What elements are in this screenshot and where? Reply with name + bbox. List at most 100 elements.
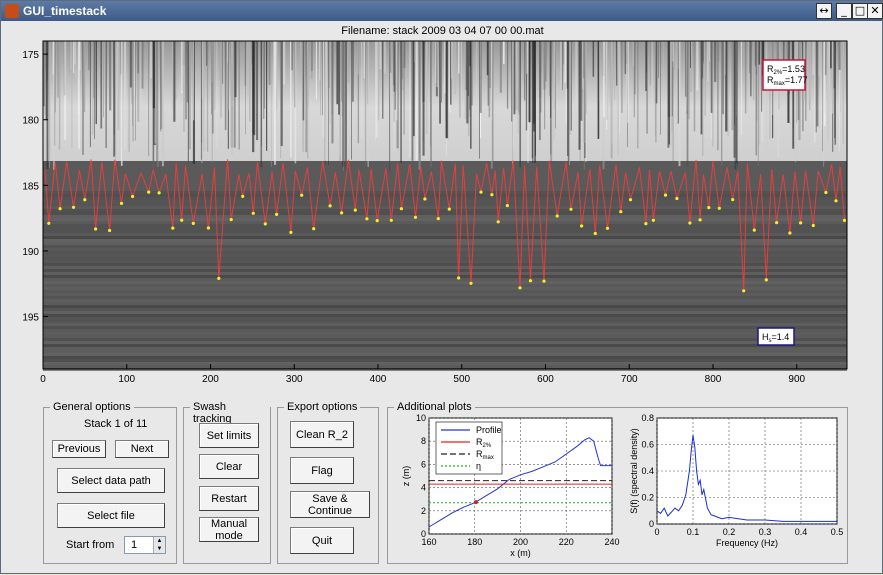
runup-point (436, 217, 440, 221)
y-tick-label: 180 (22, 116, 39, 127)
swash-tracking-title: Swash tracking (190, 401, 270, 425)
spinner-up-icon[interactable]: ▲ (153, 537, 165, 545)
restart-button[interactable]: Restart (199, 486, 259, 511)
runup-point (593, 231, 597, 236)
swash-tracking-panel: Swash tracking Set limits Clear Restart … (183, 401, 271, 564)
x-tick-label: 800 (705, 374, 722, 385)
clean-r2-button[interactable]: Clean R_2 (290, 421, 354, 448)
runup-point (71, 205, 76, 209)
runup-point (206, 226, 210, 230)
x-tick-label: 700 (621, 374, 638, 385)
set-limits-button[interactable]: Set limits (199, 423, 259, 448)
runup-stats-box: R2%=1.53Rmax=1.77 (762, 59, 808, 91)
runup-point (312, 227, 316, 231)
runup-point (811, 223, 815, 228)
runup-point (707, 206, 711, 210)
timestack-plot[interactable]: 175 180 185 190 195 0 100 200 300 400 500 600 700 800… (1, 1, 883, 401)
runup-point (663, 193, 668, 197)
runup-point (764, 278, 768, 282)
runup-point (365, 217, 369, 221)
runup-point (375, 219, 379, 223)
start-from-label: Start from (66, 539, 115, 551)
x-tick-label: 0 (40, 374, 46, 385)
timestack-bands (43, 191, 847, 371)
runup-point (518, 286, 522, 290)
runup-point (555, 214, 559, 218)
runup-point (328, 204, 332, 208)
general-options-panel: General options Stack 1 of 11 Previous N… (43, 401, 177, 564)
runup-point (731, 198, 735, 202)
save-continue-button[interactable]: Save & Continue (290, 491, 370, 518)
runup-point (423, 197, 427, 201)
runup-point (275, 212, 279, 216)
additional-plots-title: Additional plots (394, 401, 475, 413)
x-tick-label: 900 (788, 374, 805, 385)
x-tick-label: 100 (118, 374, 135, 385)
runup-point (157, 191, 161, 195)
flag-button[interactable]: Flag (290, 457, 354, 484)
spinner-down-icon[interactable]: ▼ (153, 545, 165, 553)
runup-point (131, 194, 135, 199)
select-data-path-button[interactable]: Select data path (57, 468, 165, 493)
runup-point (457, 276, 461, 280)
runup-point (688, 221, 692, 225)
runup-point (834, 199, 838, 203)
runup-point (580, 224, 584, 228)
app-window: GUI_timestack ↔ _ □ ✕ Filename: stack 20… (0, 0, 883, 574)
runup-point (824, 190, 828, 195)
runup-point (717, 206, 721, 210)
runup-point (698, 218, 702, 222)
runup-point (171, 226, 175, 230)
runup-point (799, 221, 803, 225)
runup-point (108, 228, 112, 233)
runup-point (788, 231, 792, 235)
next-button[interactable]: Next (115, 440, 169, 458)
start-from-spinner[interactable]: 1 ▲ ▼ (124, 536, 166, 554)
y-tick-label: 195 (22, 313, 39, 324)
manual-mode-button[interactable]: Manual mode (199, 517, 259, 542)
runup-point (447, 207, 451, 211)
runup-point (300, 193, 304, 197)
runup-point (353, 208, 357, 212)
quit-button[interactable]: Quit (290, 527, 354, 554)
runup-point (119, 201, 124, 205)
runup-point (147, 190, 151, 194)
runup-point (389, 218, 393, 222)
stack-counter: Stack 1 of 11 (84, 418, 148, 430)
runup-point (289, 230, 293, 234)
runup-point (605, 226, 610, 230)
runup-point (542, 279, 546, 283)
runup-point (58, 207, 62, 211)
y-tick-label: 185 (22, 181, 39, 192)
previous-button[interactable]: Previous (52, 440, 106, 458)
runup-point (505, 204, 509, 208)
hs-box: Hs=1.4 (757, 327, 795, 346)
x-tick-label: 300 (286, 374, 303, 385)
runup-point (229, 218, 233, 222)
clear-button[interactable]: Clear (199, 454, 259, 479)
runup-point (675, 196, 679, 201)
y-tick-label: 175 (22, 50, 39, 61)
runup-point (399, 207, 403, 211)
additional-plots-panel: Additional plots (387, 401, 848, 564)
runup-point (479, 190, 483, 194)
x-tick-label: 600 (537, 374, 554, 385)
x-tick-label: 500 (453, 374, 470, 385)
runup-point (496, 220, 500, 224)
runup-point (217, 276, 221, 280)
y-tick-label: 190 (22, 247, 39, 258)
select-file-button[interactable]: Select file (57, 503, 165, 528)
runup-point (842, 218, 847, 222)
runup-point (241, 194, 245, 198)
general-options-title: General options (50, 401, 134, 413)
runup-point (191, 221, 195, 225)
runup-point (528, 279, 533, 283)
x-tick-label: 200 (202, 374, 219, 385)
start-from-value: 1 (131, 539, 138, 551)
runup-point (47, 221, 51, 225)
runup-point (569, 207, 573, 211)
runup-point (775, 221, 779, 225)
export-options-panel: Export options Clean R_2 Flag Save & Con… (277, 401, 379, 564)
runup-point (94, 227, 98, 231)
runup-point (340, 211, 344, 215)
